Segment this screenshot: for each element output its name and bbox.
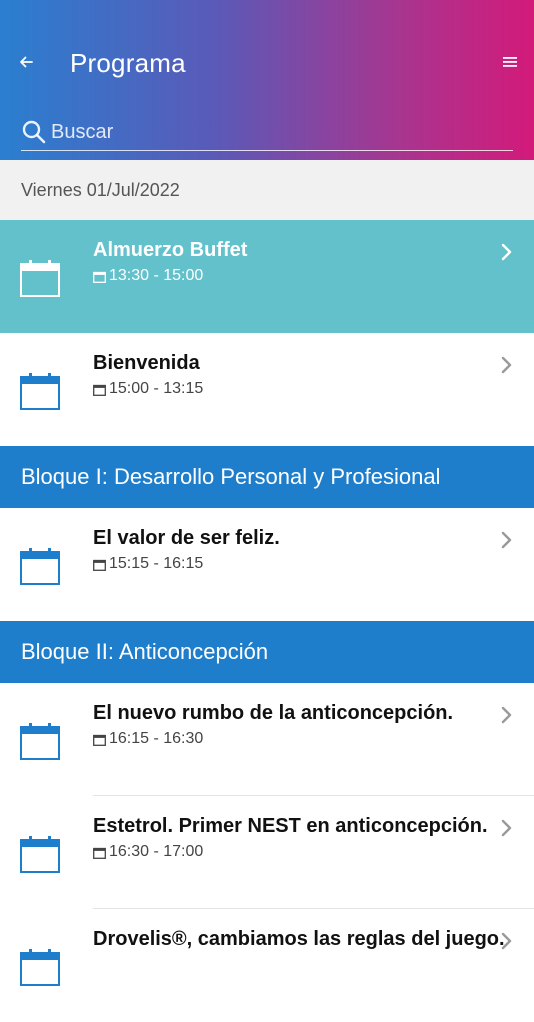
event-time-text: 16:30 - 17:00 [109, 843, 204, 860]
event-time: 15:00 - 13:15 [93, 380, 203, 398]
list-item[interactable]: El valor de ser feliz. 15:15 - 16:15 [0, 508, 534, 621]
search-input[interactable] [51, 120, 513, 144]
event-title: Estetrol. Primer NEST en anticoncepción. [93, 815, 488, 837]
chevron-right-icon [500, 818, 514, 838]
event-title: Bienvenida [93, 352, 200, 374]
chevron-right-icon [500, 705, 514, 725]
menu-button[interactable] [498, 50, 522, 74]
app-header: Programa [0, 0, 534, 160]
list-item[interactable]: El nuevo rumbo de la anticoncepción. 16:1… [0, 683, 534, 796]
event-time: 13:30 - 15:00 [93, 267, 203, 285]
program-list: Almuerzo Buffet 13:30 - 15:00 Bienvenida 15… [0, 220, 534, 1022]
page-title: Programa [70, 48, 186, 78]
list-item[interactable]: Almuerzo Buffet 13:30 - 15:00 [0, 220, 534, 333]
event-time-text: 16:15 - 16:30 [109, 730, 204, 747]
event-time-text: 15:00 - 13:15 [109, 380, 204, 397]
section-header: Bloque II: Anticoncepción [0, 621, 534, 683]
small-calendar-icon [93, 733, 106, 746]
calendar-icon [20, 371, 60, 411]
calendar-icon [20, 258, 60, 298]
list-item[interactable]: Estetrol. Primer NEST en anticoncepción.… [0, 796, 534, 909]
date-header: Viernes 01/Jul/2022 [0, 160, 534, 220]
chevron-right-icon [500, 530, 514, 550]
event-title: Drovelis®, cambiamos las reglas del jueg… [93, 928, 505, 950]
list-item[interactable]: Drovelis®, cambiamos las reglas del jueg… [0, 909, 534, 1022]
small-calendar-icon [93, 558, 106, 571]
small-calendar-icon [93, 383, 106, 396]
calendar-icon [20, 721, 60, 761]
chevron-right-icon [500, 931, 514, 951]
event-time-text: 15:15 - 16:15 [109, 555, 204, 572]
list-item[interactable]: Bienvenida 15:00 - 13:15 [0, 333, 534, 446]
event-time-text: 13:30 - 15:00 [109, 267, 204, 284]
small-calendar-icon [93, 846, 106, 859]
calendar-icon [20, 834, 60, 874]
event-title: Almuerzo Buffet [93, 239, 248, 261]
chevron-right-icon [500, 242, 514, 262]
small-calendar-icon [93, 270, 106, 283]
chevron-right-icon [500, 355, 514, 375]
calendar-icon [20, 546, 60, 586]
event-title: El valor de ser feliz. [93, 527, 280, 549]
search-icon [21, 119, 47, 145]
event-title: El nuevo rumbo de la anticoncepción. [93, 702, 454, 724]
search-bar [21, 114, 513, 151]
section-header: Bloque I: Desarrollo Personal y Profesio… [0, 446, 534, 508]
arrow-left-icon [20, 56, 33, 68]
event-time: 16:30 - 17:00 [93, 843, 203, 861]
back-button[interactable] [12, 48, 40, 76]
hamburger-menu-icon [503, 57, 517, 67]
event-time: 15:15 - 16:15 [93, 555, 203, 573]
event-time: 16:15 - 16:30 [93, 730, 203, 748]
calendar-icon [20, 947, 60, 987]
